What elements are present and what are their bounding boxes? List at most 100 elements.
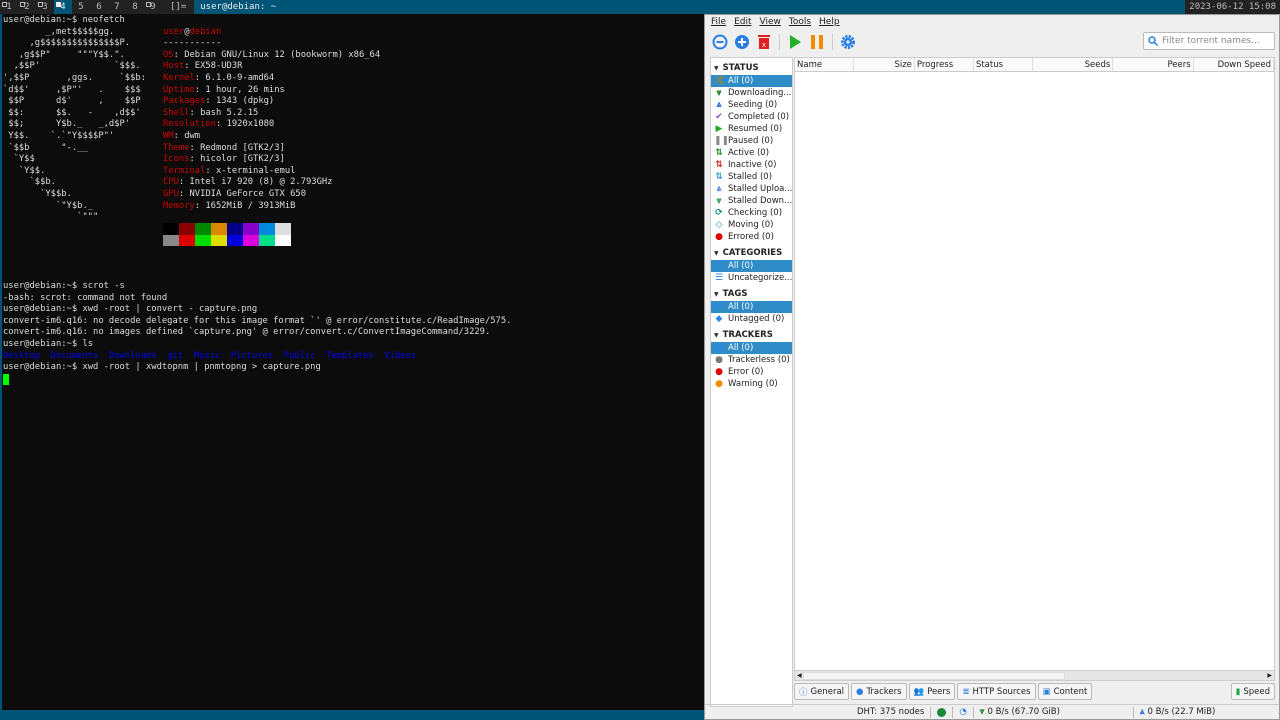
scroll-right-icon[interactable]: ▶ [1267, 672, 1272, 679]
info-value: 1652MiB / 3913MiB [205, 200, 296, 211]
filter-item[interactable]: ⩓ Seeding (0) [711, 99, 792, 111]
info-key: OS [163, 49, 174, 60]
column-progress[interactable]: Progress [915, 58, 974, 71]
column-peers[interactable]: Peers [1113, 58, 1194, 71]
filter-placeholder: Filter torrent names... [1162, 36, 1260, 46]
tab-general[interactable]: ⓘ General [794, 683, 850, 700]
tab-peers[interactable]: 👥 Peers [908, 683, 956, 700]
tab-content[interactable]: ▣ Content [1037, 683, 1093, 700]
column-name[interactable]: Name [795, 58, 855, 71]
column-down-speed[interactable]: Down Speed [1194, 58, 1274, 71]
tag-2[interactable]: 2 [18, 0, 36, 14]
info-value: 1 hour, 26 mins [205, 84, 285, 95]
column-size[interactable]: Size [854, 58, 915, 71]
tag-5[interactable]: 5 [72, 0, 90, 14]
info-key: Kernel [163, 72, 195, 83]
upload-speed-text: 0 B/s (22.7 MiB) [1147, 706, 1216, 717]
filter-item[interactable]: ⇅ Inactive (0) [711, 159, 792, 171]
filter-item[interactable]: ☰ All (0) [711, 260, 792, 272]
menu-edit[interactable]: Edit [734, 17, 751, 27]
collapse-triangle-icon[interactable]: ▼ [714, 65, 719, 72]
tag-4[interactable]: 4 [54, 0, 72, 14]
tag-1[interactable]: 1 [0, 0, 18, 14]
pause-button[interactable] [808, 33, 826, 51]
ls-dir: Pictures [230, 350, 274, 361]
pin-icon: ● [856, 686, 864, 697]
column-seeds[interactable]: Seeds [1033, 58, 1114, 71]
filter-label: Moving (0) [728, 220, 774, 230]
filter-item[interactable]: ❚❚ Paused (0) [711, 135, 792, 147]
ls-dir: Downloads [108, 350, 157, 361]
filter-item[interactable]: ● Warning (0) [711, 378, 792, 390]
filter-item[interactable]: ✔ Completed (0) [711, 111, 792, 123]
filter-item[interactable]: ◇ Moving (0) [711, 219, 792, 231]
torrent-table[interactable]: Name Size Progress Status Seeds Peers Down Spe… [794, 57, 1275, 681]
tag-7[interactable]: 7 [108, 0, 126, 14]
filter-item[interactable]: ⇅ Active (0) [711, 147, 792, 159]
palette-swatch [163, 234, 179, 247]
logo-line: _,met$$$$$gg. [3, 26, 115, 37]
filter-item[interactable]: ⇅ Stalled (0) [711, 171, 792, 183]
filter-input[interactable]: Filter torrent names... [1143, 32, 1275, 50]
filter-item[interactable]: ▶ Resumed (0) [711, 123, 792, 135]
section-status[interactable]: ▼ STATUS [711, 60, 792, 75]
info-value: Intel i7 920 (8) @ 2.793GHz [189, 177, 333, 188]
tag-6[interactable]: 6 [90, 0, 108, 14]
tab-trackers[interactable]: ● Trackers [851, 683, 907, 700]
tab-http-sources[interactable]: ≣ HTTP Sources [957, 683, 1036, 700]
options-button[interactable] [839, 33, 857, 51]
menu-help[interactable]: Help [819, 17, 840, 27]
filter-label: Untagged (0) [728, 314, 785, 324]
filter-label: Error (0) [728, 367, 764, 377]
info-key: WM [163, 130, 174, 141]
qbittorrent-window: File Edit View Tools Help x Filter torrent n… [704, 14, 1280, 720]
resume-button[interactable] [786, 33, 804, 51]
filter-item[interactable]: ● Error (0) [711, 366, 792, 378]
tag-9[interactable]: 9 [144, 0, 162, 14]
filter-item[interactable]: ◆ All (0) [711, 301, 792, 313]
alt-speed-toggle[interactable]: ◔ [953, 706, 974, 718]
filter-label: Uncategorize... [728, 273, 792, 283]
tag-3[interactable]: 3 [36, 0, 54, 14]
filter-item[interactable]: ● All (0) [711, 342, 792, 354]
filter-item[interactable]: ⤮ All (0) [711, 75, 792, 87]
section-trackers[interactable]: ▼ TRACKERS [711, 327, 792, 342]
section-categories[interactable]: ▼ CATEGORIES [711, 245, 792, 260]
collapse-triangle-icon[interactable]: ▼ [714, 250, 719, 257]
filter-item[interactable]: ● Trackerless (0) [711, 354, 792, 366]
connection-status[interactable] [931, 706, 954, 718]
plus-icon [735, 35, 749, 49]
column-status[interactable]: Status [974, 58, 1034, 71]
filter-item[interactable]: ⩓ Stalled Uploa... [711, 183, 792, 195]
filter-item[interactable]: ⩔ Downloading... [711, 87, 792, 99]
tag-8[interactable]: 8 [126, 0, 144, 14]
tab-label: Peers [927, 686, 951, 697]
filter-item[interactable]: ⟳ Checking (0) [711, 207, 792, 219]
palette-swatch [195, 223, 211, 235]
add-torrent-button[interactable] [733, 33, 751, 51]
menu-tools[interactable]: Tools [789, 17, 811, 27]
info-key: Resolution [163, 119, 216, 130]
collapse-triangle-icon[interactable]: ▼ [714, 291, 719, 298]
filter-item[interactable]: ☰ Uncategorize... [711, 272, 792, 284]
menu-view[interactable]: View [760, 17, 781, 27]
info-line: Kernel: 6.1.0-9-amd64 [163, 72, 275, 83]
menu-file[interactable]: File [711, 17, 726, 27]
horizontal-scrollbar[interactable]: ◀ ▶ [794, 670, 1275, 681]
collapse-triangle-icon[interactable]: ▼ [714, 332, 719, 339]
download-speed: ⩔ 0 B/s (67.70 GiB) [974, 706, 1134, 718]
terminal[interactable]: user@debian:~$ neofetch _,met$$$$$gg. ,g… [0, 14, 704, 710]
scrollbar-thumb[interactable] [803, 672, 1065, 680]
terminal-border [0, 710, 704, 720]
info-value: 1920x1080 [226, 119, 275, 130]
layout-indicator[interactable]: []= [162, 2, 194, 12]
delete-button[interactable]: x [755, 33, 773, 51]
filter-item[interactable]: ● Errored (0) [711, 231, 792, 243]
filter-item[interactable]: ⩔ Stalled Down... [711, 195, 792, 207]
scroll-left-icon[interactable]: ◀ [797, 672, 802, 679]
filter-item[interactable]: ◆ Untagged (0) [711, 313, 792, 325]
section-tags[interactable]: ▼ TAGS [711, 286, 792, 301]
tab-speed[interactable]: ▮ Speed [1230, 683, 1275, 700]
add-link-button[interactable] [711, 33, 729, 51]
database-icon: ≣ [962, 686, 970, 697]
